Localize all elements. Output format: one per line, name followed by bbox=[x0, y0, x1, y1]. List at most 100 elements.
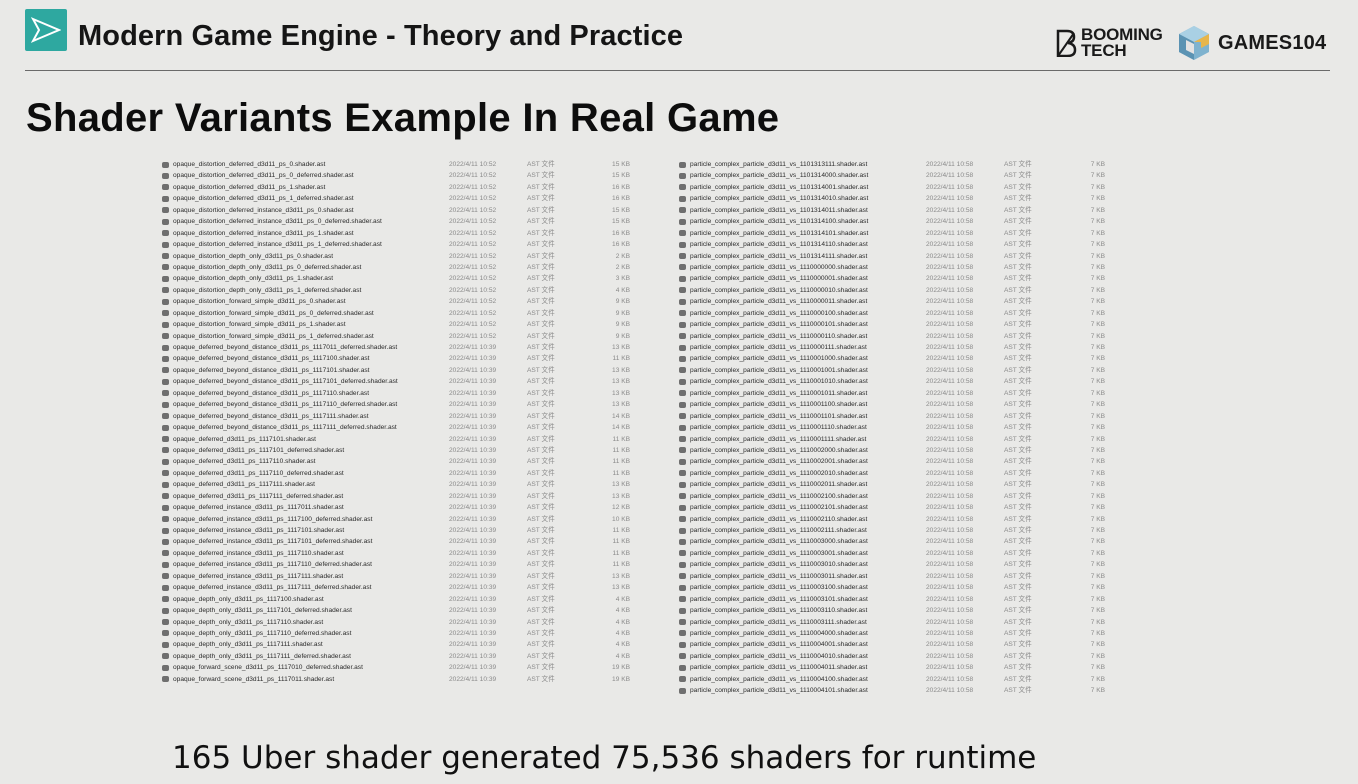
file-row[interactable]: particle_complex_particle_d3d11_vs_11100… bbox=[679, 331, 1179, 342]
file-row[interactable]: particle_complex_particle_d3d11_vs_11100… bbox=[679, 308, 1179, 319]
file-row[interactable]: opaque_distortion_depth_only_d3d11_ps_0.… bbox=[162, 251, 662, 262]
file-row[interactable]: particle_complex_particle_d3d11_vs_11100… bbox=[679, 388, 1179, 399]
file-row[interactable]: particle_complex_particle_d3d11_vs_11100… bbox=[679, 296, 1179, 307]
file-row[interactable]: particle_complex_particle_d3d11_vs_11100… bbox=[679, 536, 1179, 547]
file-row[interactable]: particle_complex_particle_d3d11_vs_11100… bbox=[679, 559, 1179, 570]
file-row[interactable]: opaque_deferred_d3d11_ps_1117111_deferre… bbox=[162, 491, 662, 502]
file-row[interactable]: particle_complex_particle_d3d11_vs_11100… bbox=[679, 628, 1179, 639]
file-row[interactable]: opaque_distortion_deferred_instance_d3d1… bbox=[162, 205, 662, 216]
file-row[interactable]: opaque_depth_only_d3d11_ps_1117111.shade… bbox=[162, 639, 662, 650]
file-row[interactable]: particle_complex_particle_d3d11_vs_11100… bbox=[679, 411, 1179, 422]
file-row[interactable]: particle_complex_particle_d3d11_vs_11100… bbox=[679, 319, 1179, 330]
file-row[interactable]: particle_complex_particle_d3d11_vs_11100… bbox=[679, 639, 1179, 650]
file-row[interactable]: opaque_distortion_deferred_d3d11_ps_1.sh… bbox=[162, 182, 662, 193]
file-row[interactable]: particle_complex_particle_d3d11_vs_11013… bbox=[679, 170, 1179, 181]
file-row[interactable]: particle_complex_particle_d3d11_vs_11100… bbox=[679, 285, 1179, 296]
file-row[interactable]: particle_complex_particle_d3d11_vs_11013… bbox=[679, 182, 1179, 193]
file-row[interactable]: particle_complex_particle_d3d11_vs_11100… bbox=[679, 399, 1179, 410]
file-row[interactable]: particle_complex_particle_d3d11_vs_11013… bbox=[679, 216, 1179, 227]
file-row[interactable]: particle_complex_particle_d3d11_vs_11100… bbox=[679, 674, 1179, 685]
file-row[interactable]: particle_complex_particle_d3d11_vs_11100… bbox=[679, 605, 1179, 616]
file-row[interactable]: particle_complex_particle_d3d11_vs_11100… bbox=[679, 434, 1179, 445]
file-row[interactable]: opaque_deferred_beyond_distance_d3d11_ps… bbox=[162, 388, 662, 399]
file-row[interactable]: particle_complex_particle_d3d11_vs_11100… bbox=[679, 662, 1179, 673]
file-row[interactable]: opaque_distortion_deferred_d3d11_ps_0.sh… bbox=[162, 159, 662, 170]
file-row[interactable]: particle_complex_particle_d3d11_vs_11013… bbox=[679, 193, 1179, 204]
file-row[interactable]: particle_complex_particle_d3d11_vs_11100… bbox=[679, 468, 1179, 479]
file-row[interactable]: opaque_deferred_beyond_distance_d3d11_ps… bbox=[162, 365, 662, 376]
file-row[interactable]: opaque_deferred_beyond_distance_d3d11_ps… bbox=[162, 342, 662, 353]
file-row[interactable]: opaque_deferred_d3d11_ps_1117110.shader.… bbox=[162, 456, 662, 467]
file-row[interactable]: opaque_distortion_forward_simple_d3d11_p… bbox=[162, 296, 662, 307]
file-row[interactable]: particle_complex_particle_d3d11_vs_11100… bbox=[679, 262, 1179, 273]
file-row[interactable]: particle_complex_particle_d3d11_vs_11100… bbox=[679, 342, 1179, 353]
file-row[interactable]: particle_complex_particle_d3d11_vs_11100… bbox=[679, 376, 1179, 387]
file-row[interactable]: particle_complex_particle_d3d11_vs_11013… bbox=[679, 228, 1179, 239]
file-row[interactable]: particle_complex_particle_d3d11_vs_11100… bbox=[679, 456, 1179, 467]
file-row[interactable]: opaque_depth_only_d3d11_ps_1117111_defer… bbox=[162, 651, 662, 662]
file-size: 7 KB bbox=[1090, 344, 1105, 351]
file-row[interactable]: particle_complex_particle_d3d11_vs_11100… bbox=[679, 548, 1179, 559]
file-size: 10 KB bbox=[612, 515, 630, 523]
file-row[interactable]: particle_complex_particle_d3d11_vs_11100… bbox=[679, 422, 1179, 433]
file-row[interactable]: opaque_distortion_forward_simple_d3d11_p… bbox=[162, 308, 662, 319]
file-row[interactable]: opaque_forward_scene_d3d11_ps_1117011.sh… bbox=[162, 674, 662, 685]
file-row[interactable]: particle_complex_particle_d3d11_vs_11100… bbox=[679, 365, 1179, 376]
file-row[interactable]: particle_complex_particle_d3d11_vs_11100… bbox=[679, 582, 1179, 593]
file-row[interactable]: particle_complex_particle_d3d11_vs_11013… bbox=[679, 205, 1179, 216]
file-row[interactable]: opaque_distortion_forward_simple_d3d11_p… bbox=[162, 319, 662, 330]
file-row[interactable]: particle_complex_particle_d3d11_vs_11100… bbox=[679, 525, 1179, 536]
file-row[interactable]: particle_complex_particle_d3d11_vs_11100… bbox=[679, 445, 1179, 456]
file-row[interactable]: opaque_deferred_d3d11_ps_1117101.shader.… bbox=[162, 434, 662, 445]
file-row[interactable]: opaque_depth_only_d3d11_ps_1117110_defer… bbox=[162, 628, 662, 639]
file-row[interactable]: opaque_deferred_beyond_distance_d3d11_ps… bbox=[162, 411, 662, 422]
file-row[interactable]: particle_complex_particle_d3d11_vs_11100… bbox=[679, 514, 1179, 525]
file-row[interactable]: opaque_distortion_forward_simple_d3d11_p… bbox=[162, 331, 662, 342]
file-size: 7 KB bbox=[1090, 687, 1105, 695]
file-row[interactable]: opaque_deferred_d3d11_ps_1117101_deferre… bbox=[162, 445, 662, 456]
file-row[interactable]: opaque_depth_only_d3d11_ps_1117100.shade… bbox=[162, 594, 662, 605]
file-row[interactable]: opaque_deferred_instance_d3d11_ps_111710… bbox=[162, 536, 662, 547]
file-row[interactable]: opaque_deferred_beyond_distance_d3d11_ps… bbox=[162, 353, 662, 364]
file-row[interactable]: particle_complex_particle_d3d11_vs_11013… bbox=[679, 159, 1179, 170]
file-row[interactable]: particle_complex_particle_d3d11_vs_11100… bbox=[679, 479, 1179, 490]
file-row[interactable]: opaque_forward_scene_d3d11_ps_1117010_de… bbox=[162, 662, 662, 673]
file-row[interactable]: opaque_deferred_instance_d3d11_ps_111701… bbox=[162, 502, 662, 513]
file-row[interactable]: opaque_distortion_depth_only_d3d11_ps_1_… bbox=[162, 285, 662, 296]
file-row[interactable]: particle_complex_particle_d3d11_vs_11100… bbox=[679, 651, 1179, 662]
file-row[interactable]: particle_complex_particle_d3d11_vs_11100… bbox=[679, 491, 1179, 502]
file-date: 2022/4/11 10:52 bbox=[449, 286, 497, 294]
file-row[interactable]: opaque_deferred_instance_d3d11_ps_111711… bbox=[162, 559, 662, 570]
file-row[interactable]: opaque_distortion_depth_only_d3d11_ps_1.… bbox=[162, 273, 662, 284]
file-row[interactable]: opaque_deferred_instance_d3d11_ps_111710… bbox=[162, 525, 662, 536]
file-row[interactable]: opaque_deferred_beyond_distance_d3d11_ps… bbox=[162, 376, 662, 387]
file-row[interactable]: opaque_distortion_depth_only_d3d11_ps_0_… bbox=[162, 262, 662, 273]
file-row[interactable]: particle_complex_particle_d3d11_vs_11100… bbox=[679, 594, 1179, 605]
file-icon bbox=[679, 516, 686, 523]
file-row[interactable]: opaque_distortion_deferred_instance_d3d1… bbox=[162, 239, 662, 250]
file-row[interactable]: opaque_deferred_instance_d3d11_ps_111710… bbox=[162, 514, 662, 525]
file-row[interactable]: opaque_deferred_beyond_distance_d3d11_ps… bbox=[162, 399, 662, 410]
file-row[interactable]: opaque_deferred_d3d11_ps_1117110_deferre… bbox=[162, 468, 662, 479]
file-date: 2022/4/11 10:52 bbox=[449, 161, 497, 168]
file-row[interactable]: particle_complex_particle_d3d11_vs_11100… bbox=[679, 502, 1179, 513]
file-row[interactable]: particle_complex_particle_d3d11_vs_11013… bbox=[679, 239, 1179, 250]
file-row[interactable]: opaque_distortion_deferred_d3d11_ps_1_de… bbox=[162, 193, 662, 204]
file-row[interactable]: opaque_deferred_instance_d3d11_ps_111711… bbox=[162, 571, 662, 582]
file-row[interactable]: opaque_deferred_instance_d3d11_ps_111711… bbox=[162, 548, 662, 559]
file-row[interactable]: opaque_deferred_d3d11_ps_1117111.shader.… bbox=[162, 479, 662, 490]
file-row[interactable]: particle_complex_particle_d3d11_vs_11100… bbox=[679, 353, 1179, 364]
file-row[interactable]: opaque_deferred_instance_d3d11_ps_111711… bbox=[162, 582, 662, 593]
file-row[interactable]: opaque_depth_only_d3d11_ps_1117110.shade… bbox=[162, 617, 662, 628]
file-row[interactable]: opaque_distortion_deferred_instance_d3d1… bbox=[162, 216, 662, 227]
file-row[interactable]: particle_complex_particle_d3d11_vs_11100… bbox=[679, 617, 1179, 628]
file-row[interactable]: opaque_depth_only_d3d11_ps_1117101_defer… bbox=[162, 605, 662, 616]
file-row[interactable]: particle_complex_particle_d3d11_vs_11100… bbox=[679, 571, 1179, 582]
file-row[interactable]: particle_complex_particle_d3d11_vs_11100… bbox=[679, 273, 1179, 284]
file-row[interactable]: opaque_deferred_beyond_distance_d3d11_ps… bbox=[162, 422, 662, 433]
file-row[interactable]: particle_complex_particle_d3d11_vs_11100… bbox=[679, 685, 1179, 696]
file-type: AST 文件 bbox=[1004, 561, 1032, 569]
file-row[interactable]: particle_complex_particle_d3d11_vs_11013… bbox=[679, 251, 1179, 262]
file-row[interactable]: opaque_distortion_deferred_instance_d3d1… bbox=[162, 228, 662, 239]
file-row[interactable]: opaque_distortion_deferred_d3d11_ps_0_de… bbox=[162, 170, 662, 181]
